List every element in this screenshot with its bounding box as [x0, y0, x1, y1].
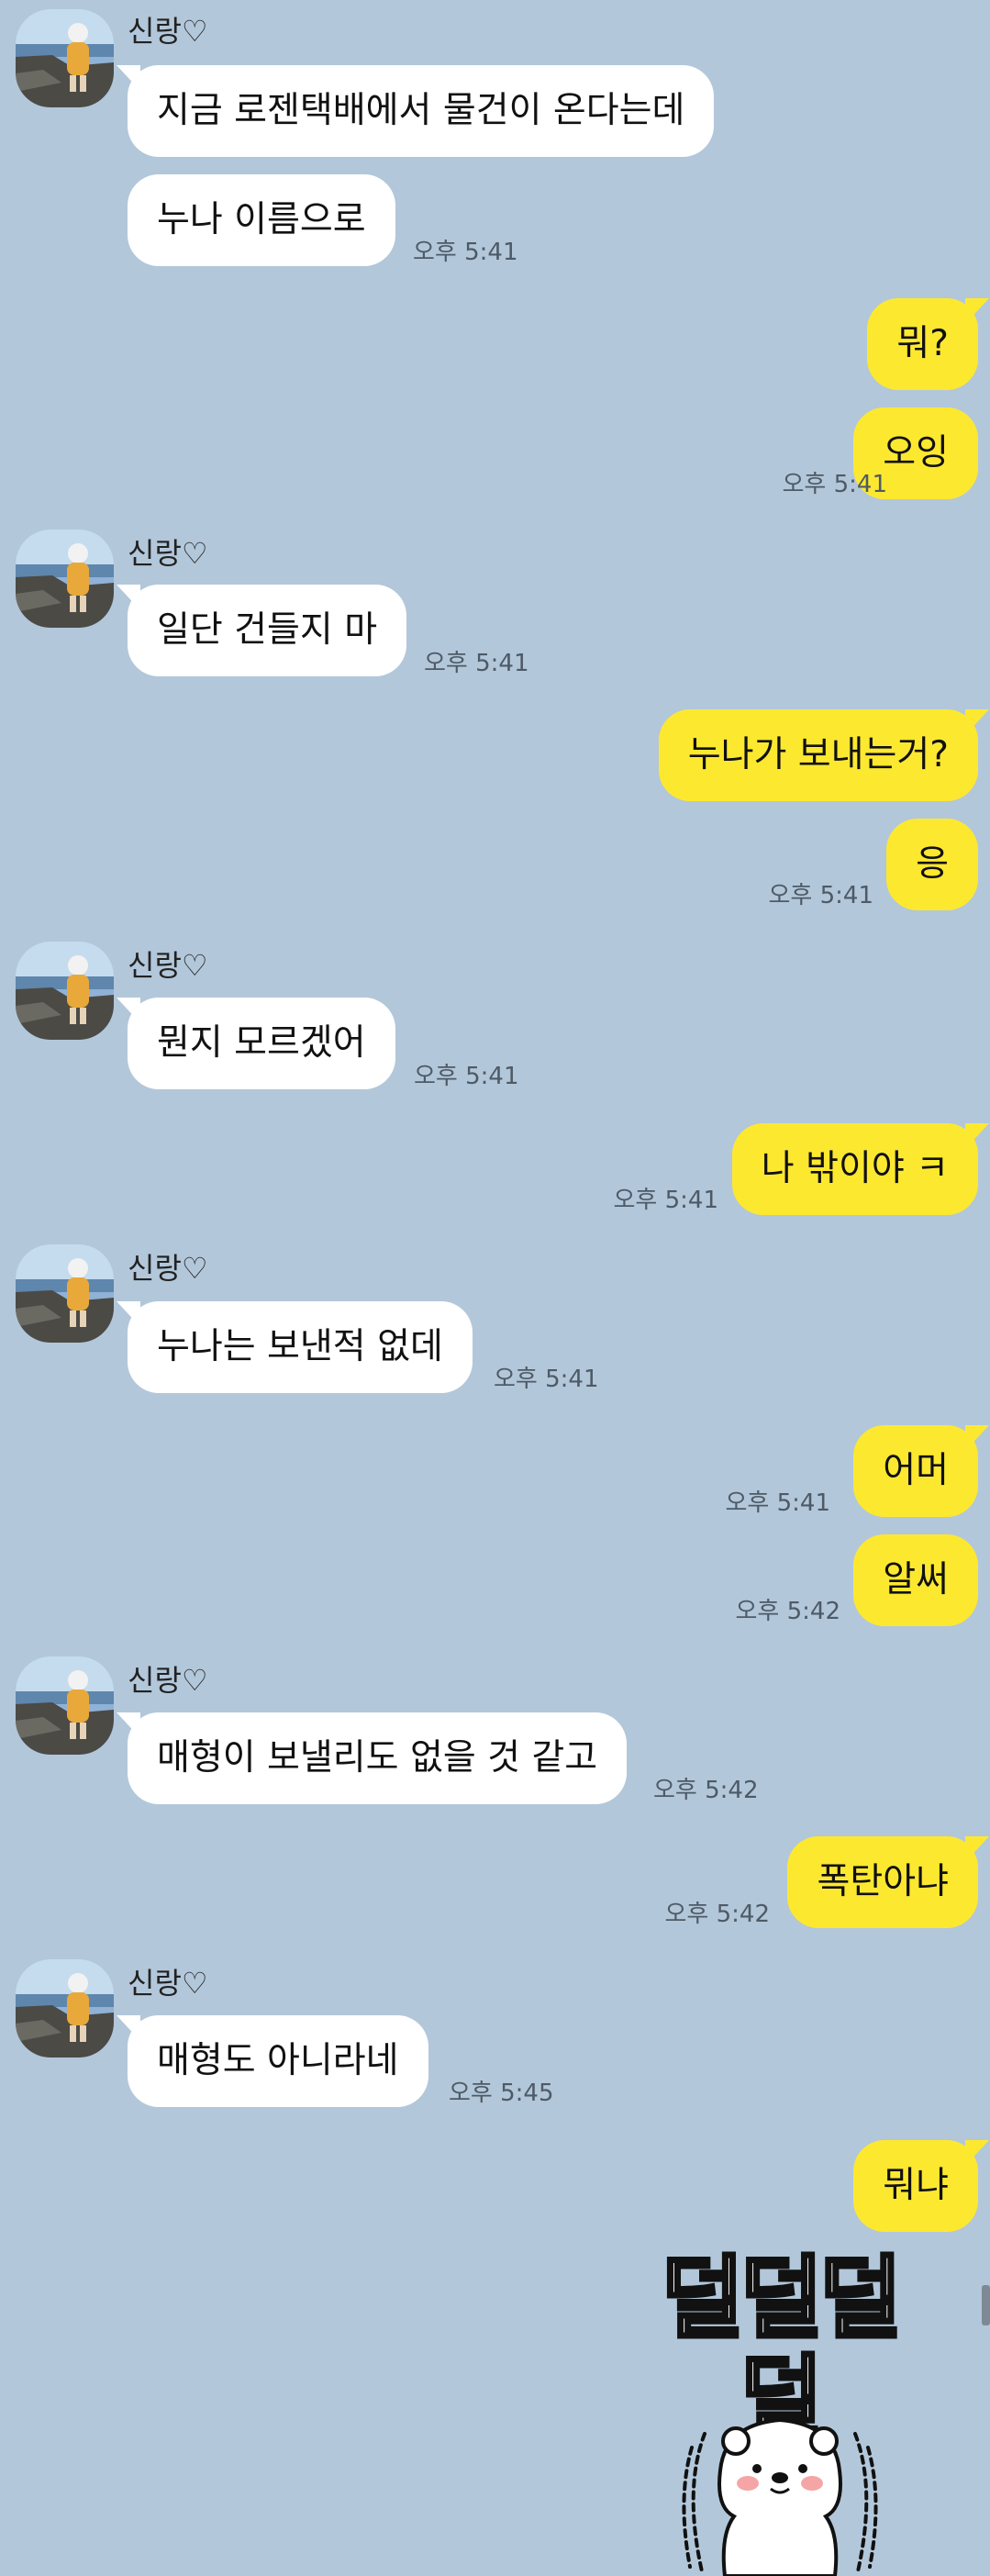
message-bubble[interactable]: 누나가 보내는거? — [658, 709, 990, 801]
message-bubble[interactable]: 매형이 보낼리도 없을 것 같고 — [116, 1712, 628, 1804]
sender-name: 신랑♡ — [128, 1663, 208, 1698]
avatar[interactable] — [16, 9, 114, 107]
message-bubble[interactable]: 누나 이름으로 — [128, 174, 395, 266]
message-bubble[interactable]: 뭐? — [867, 298, 989, 390]
message-bubble[interactable]: 뭔지 모르겠어 — [117, 998, 395, 1089]
message-time: 오후 5:41 — [494, 1366, 599, 1393]
message-bubble[interactable]: 뭐냐 — [853, 2140, 989, 2232]
message-bubble[interactable]: 폭탄아냐 — [787, 1836, 989, 1928]
message-bubble[interactable]: 일단 건들지 마 — [116, 585, 407, 676]
avatar[interactable] — [16, 1959, 114, 2057]
sender-name: 신랑♡ — [128, 1966, 208, 2001]
message-bubble[interactable]: 매형도 아니라네 — [117, 2015, 428, 2107]
sender-name: 신랑♡ — [128, 1251, 208, 1286]
message-time: 오후 5:41 — [414, 1063, 519, 1090]
sender-name: 신랑♡ — [128, 948, 208, 983]
avatar[interactable] — [16, 1656, 114, 1755]
sticker[interactable]: 덜덜덜덜 — [624, 2247, 936, 2576]
sender-name: 신랑♡ — [128, 14, 208, 49]
message-bubble[interactable]: 알써 — [853, 1534, 978, 1626]
message-bubble[interactable]: 지금 로젠택배에서 물건이 온다는데 — [116, 65, 715, 157]
message-time: 오후 5:41 — [413, 239, 518, 266]
sender-name: 신랑♡ — [128, 536, 208, 571]
message-time: 오후 5:41 — [424, 650, 529, 677]
message-time: 오후 5:41 — [768, 882, 874, 909]
avatar[interactable] — [16, 942, 114, 1040]
message-time: 오후 5:42 — [664, 1901, 771, 1928]
scrollbar[interactable] — [982, 2285, 990, 2325]
shivering-bear-icon — [682, 2417, 878, 2576]
message-time: 오후 5:45 — [449, 2080, 554, 2107]
message-time: 오후 5:41 — [782, 471, 888, 498]
message-bubble[interactable]: 누나는 보낸적 없데 — [117, 1301, 473, 1393]
avatar[interactable] — [16, 1244, 114, 1343]
message-bubble[interactable]: 어머 — [853, 1425, 989, 1517]
message-bubble[interactable]: 응 — [886, 819, 978, 910]
avatar[interactable] — [16, 530, 114, 628]
message-time: 오후 5:42 — [735, 1598, 841, 1625]
message-bubble[interactable]: 나 밖이야 ㅋ — [731, 1123, 990, 1215]
message-time: 오후 5:41 — [613, 1187, 719, 1214]
message-time: 오후 5:41 — [725, 1489, 831, 1517]
message-time: 오후 5:42 — [653, 1777, 759, 1804]
